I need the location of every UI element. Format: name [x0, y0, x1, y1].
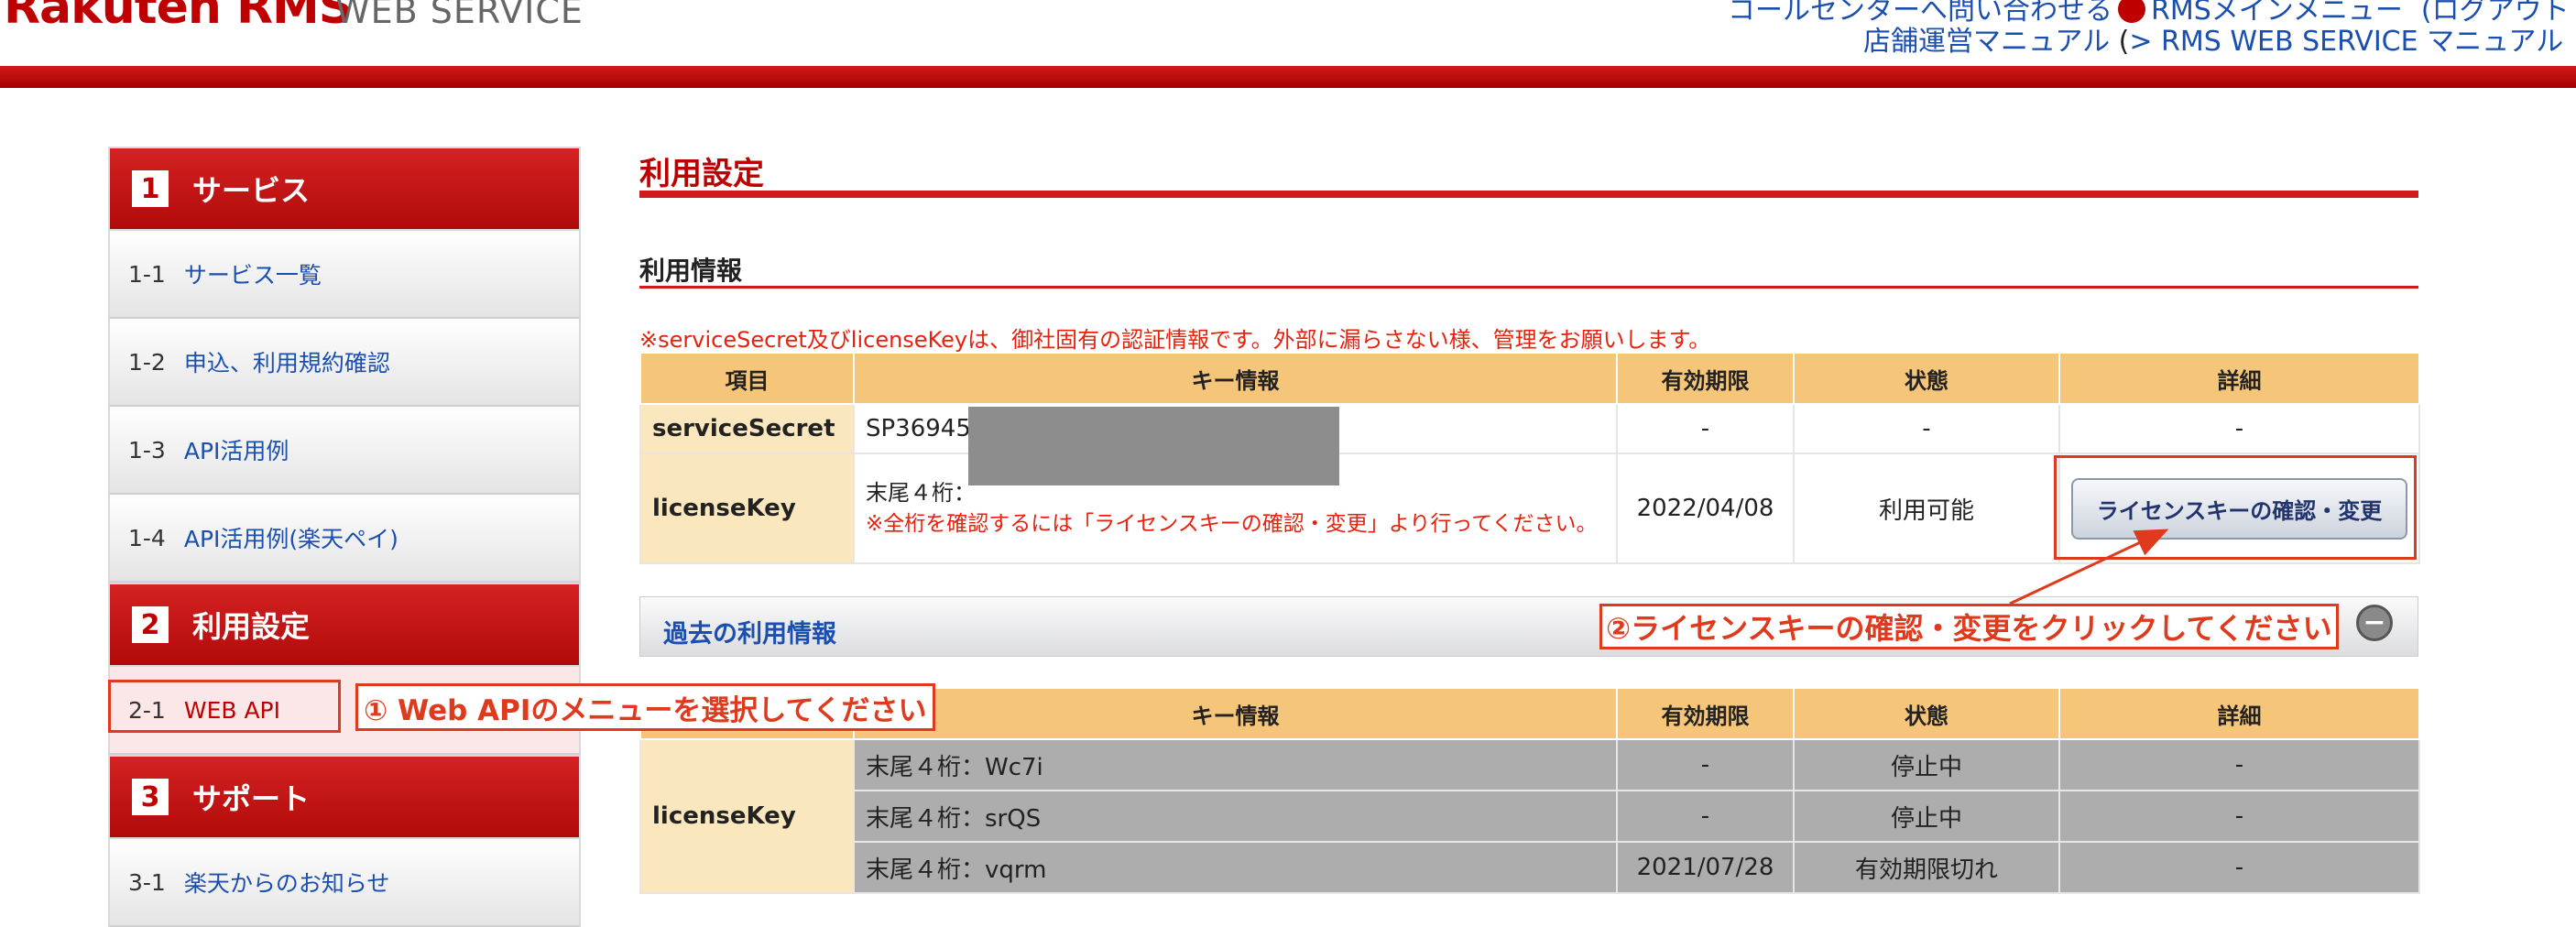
page-title: 利用設定: [639, 156, 764, 192]
item-link[interactable]: API活用例(楽天ペイ): [184, 521, 398, 554]
title-divider: [639, 191, 2418, 198]
item-number: 1-2: [128, 348, 166, 376]
column-header: 詳細: [2058, 687, 2420, 740]
key-cell: 末尾４桁：vqrm: [853, 841, 1618, 894]
status-cell: 有効期限切れ: [1793, 841, 2060, 894]
section-title-usage-info: 利用情報: [639, 256, 743, 286]
table-row: licenseKey 末尾４桁：Wc7i - 停止中 -: [639, 738, 2420, 894]
status-cell: -: [1793, 403, 2060, 454]
table-row-service-secret: serviceSecret SP36945 - - -: [639, 403, 2420, 454]
sidebar-item-api-examples-pay[interactable]: 1-4 API活用例(楽天ペイ): [108, 495, 581, 583]
expiry-cell: 2021/07/28: [1616, 841, 1795, 894]
section-number: 3: [132, 779, 169, 815]
table-row: 末尾４桁：vqrm 2021/07/28 有効期限切れ -: [640, 841, 2420, 894]
column-header: 有効期限: [1616, 352, 1795, 405]
item-link[interactable]: サービス一覧: [184, 257, 322, 290]
collapse-minus-icon[interactable]: −: [2356, 605, 2393, 641]
webservice-manual-link[interactable]: > RMS WEB SERVICE マニュアル: [2129, 26, 2563, 58]
item-link[interactable]: 申込、利用規約確認: [184, 345, 390, 378]
item-link[interactable]: 楽天からのお知らせ: [184, 866, 390, 899]
sidebar-item-application[interactable]: 1-2 申込、利用規約確認: [108, 319, 581, 407]
step1-annotation: ① Web APIのメニューを選択してください: [355, 683, 935, 731]
key-cell: 末尾４桁：Wc7i: [853, 738, 1618, 791]
store-manual-link[interactable]: 店舗運営マニュアル: [1863, 26, 2110, 58]
sidebar-section-settings: 2 利用設定: [108, 583, 581, 667]
section-divider: [639, 286, 2418, 289]
section-number: 2: [132, 606, 169, 643]
sidebar-item-news[interactable]: 3-1 楽天からのお知らせ: [108, 839, 581, 927]
past-usage-title[interactable]: 過去の利用情報: [663, 614, 836, 649]
column-header: キー情報: [853, 352, 1618, 405]
section-title: サービス: [192, 173, 311, 208]
sidebar-section-support: 3 サポート: [108, 755, 581, 839]
sidebar-section-service: 1 サービス: [108, 147, 581, 231]
expiry-cell: -: [1616, 738, 1795, 791]
security-notice: ※serviceSecret及びlicenseKeyは、御社固有の認証情報です。…: [639, 327, 1711, 353]
expiry-cell: 2022/04/08: [1616, 453, 1795, 564]
license-key-note: ※全桁を確認するには「ライセンスキーの確認・変更」より行ってください。: [866, 512, 1598, 536]
key-cell: 末尾４桁：srQS: [853, 790, 1618, 843]
row-label: serviceSecret: [639, 403, 855, 454]
column-header: 項目: [639, 352, 855, 405]
step2-annotation: ②ライセンスキーの確認・変更をクリックしてください: [1599, 604, 2339, 649]
item-number: 1-1: [128, 260, 166, 288]
status-cell: 停止中: [1793, 790, 2060, 843]
detail-cell: -: [2058, 403, 2420, 454]
detail-cell: -: [2058, 841, 2420, 894]
sidebar-item-service-list[interactable]: 1-1 サービス一覧: [108, 231, 581, 319]
header-red-bar: [0, 66, 2576, 88]
column-header: 有効期限: [1616, 687, 1795, 740]
step1-highlight-box: [108, 680, 341, 733]
detail-cell: -: [2058, 738, 2420, 791]
table-header-row: 項目 キー情報 有効期限 状態 詳細: [639, 352, 2420, 405]
logo-subtitle: WEB SERVICE: [335, 0, 584, 31]
section-title: 利用設定: [192, 609, 311, 644]
item-link[interactable]: API活用例: [184, 433, 289, 466]
section-title: サポート: [192, 781, 311, 816]
status-cell: 停止中: [1793, 738, 2060, 791]
column-header: 状態: [1793, 352, 2060, 405]
column-header: 詳細: [2058, 352, 2420, 405]
item-number: 3-1: [128, 868, 166, 896]
header-links-bottom: 店舗運営マニュアル (> RMS WEB SERVICE マニュアル: [1863, 18, 2563, 59]
section-number: 1: [132, 170, 169, 207]
item-number: 1-3: [128, 436, 166, 464]
rakuten-rms-logo: Rakuten RMS: [4, 0, 353, 35]
sidebar: 1 サービス 1-1 サービス一覧 1-2 申込、利用規約確認 1-3 API活…: [108, 147, 581, 927]
status-available: 利用可能: [1793, 453, 2060, 564]
redacted-secret-overlay: [968, 407, 1339, 485]
column-header: 状態: [1793, 687, 2060, 740]
paren-text: (: [2118, 26, 2130, 58]
expiry-cell: -: [1616, 790, 1795, 843]
expiry-cell: -: [1616, 403, 1795, 454]
step2-highlight-box: [2054, 455, 2417, 560]
sidebar-item-api-examples[interactable]: 1-3 API活用例: [108, 407, 581, 495]
row-label: licenseKey: [639, 738, 855, 894]
column-header: キー情報: [853, 687, 1618, 740]
row-label: licenseKey: [639, 453, 855, 564]
table-row: 末尾４桁：srQS - 停止中 -: [640, 790, 2420, 843]
item-number: 1-4: [128, 524, 166, 551]
detail-cell: -: [2058, 790, 2420, 843]
